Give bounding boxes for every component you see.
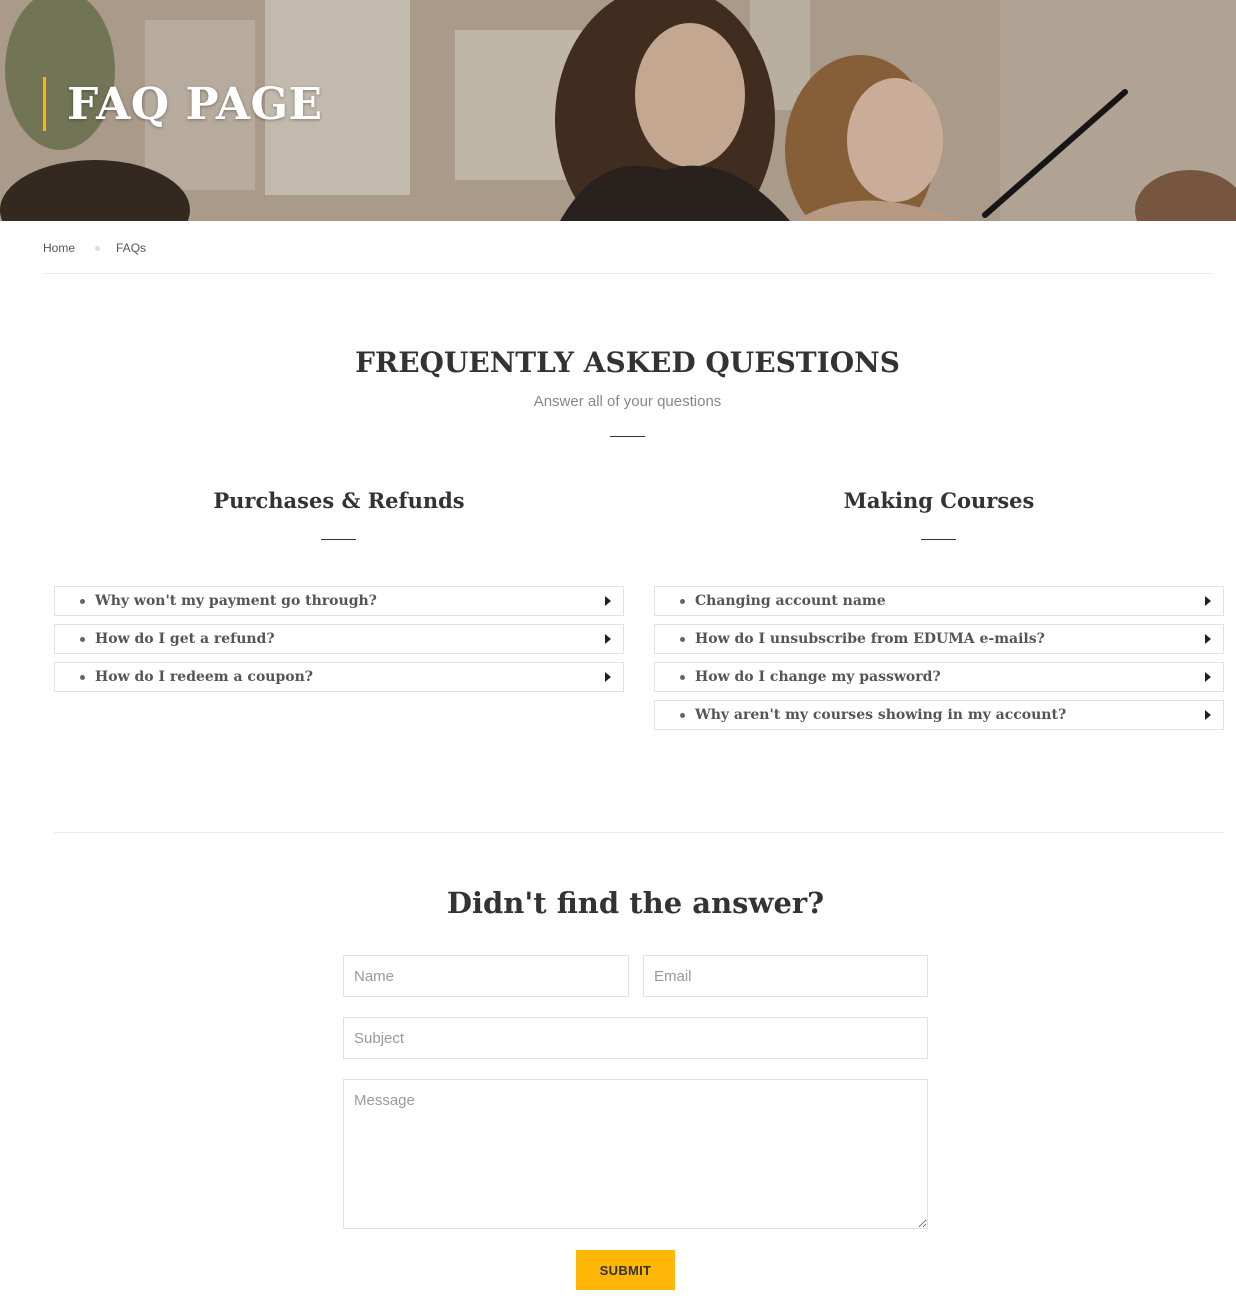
bullet-icon (680, 712, 685, 718)
bullet-icon (680, 598, 685, 604)
breadcrumb: Home FAQs (43, 239, 146, 257)
faq-question: Changing account name (695, 593, 886, 609)
faq-section-title: FREQUENTLY ASKED QUESTIONS (355, 346, 900, 379)
divider (54, 832, 1224, 833)
caret-right-icon (1205, 710, 1211, 720)
faq-question: How do I unsubscribe from EDUMA e-mails? (695, 631, 1045, 647)
message-textarea[interactable] (343, 1079, 928, 1229)
faq-question: How do I change my password? (695, 669, 941, 685)
caret-right-icon (605, 672, 611, 682)
faq-column-heading-purchases: Purchases & Refunds (213, 488, 465, 513)
faq-item[interactable]: Changing account name (654, 586, 1224, 616)
caret-right-icon (605, 634, 611, 644)
bullet-icon (80, 636, 85, 642)
breadcrumb-home-link[interactable]: Home (43, 241, 75, 255)
hero-title-block: FAQ PAGE (43, 77, 323, 131)
breadcrumb-separator-icon (95, 245, 101, 251)
contact-form-title: Didn't find the answer? (446, 886, 825, 920)
divider (43, 273, 1213, 274)
faq-item[interactable]: How do I redeem a coupon? (54, 662, 624, 692)
faq-item[interactable]: Why aren't my courses showing in my acco… (654, 700, 1224, 730)
title-underline (610, 436, 645, 437)
caret-right-icon (1205, 634, 1211, 644)
faq-item[interactable]: How do I unsubscribe from EDUMA e-mails? (654, 624, 1224, 654)
page-title: FAQ PAGE (67, 78, 323, 130)
faq-question: Why won't my payment go through? (95, 593, 377, 609)
faq-column-heading-making-courses: Making Courses (843, 488, 1035, 513)
caret-right-icon (1205, 596, 1211, 606)
bullet-icon (680, 636, 685, 642)
faq-section-subtitle: Answer all of your questions (533, 393, 722, 410)
heading-underline (321, 539, 356, 540)
faq-item[interactable]: Why won't my payment go through? (54, 586, 624, 616)
faq-question: How do I get a refund? (95, 631, 275, 647)
faq-item[interactable]: How do I change my password? (654, 662, 1224, 692)
name-input[interactable] (343, 955, 629, 997)
heading-underline (921, 539, 956, 540)
submit-button[interactable]: SUBMIT (576, 1250, 675, 1290)
faq-question: How do I redeem a coupon? (95, 669, 313, 685)
breadcrumb-current: FAQs (116, 241, 147, 255)
bullet-icon (80, 598, 85, 604)
subject-input[interactable] (343, 1017, 928, 1059)
bullet-icon (680, 674, 685, 680)
caret-right-icon (605, 596, 611, 606)
hero-banner: FAQ PAGE (0, 0, 1236, 221)
bullet-icon (80, 674, 85, 680)
faq-question: Why aren't my courses showing in my acco… (695, 707, 1067, 723)
email-input[interactable] (643, 955, 928, 997)
faq-item[interactable]: How do I get a refund? (54, 624, 624, 654)
caret-right-icon (1205, 672, 1211, 682)
